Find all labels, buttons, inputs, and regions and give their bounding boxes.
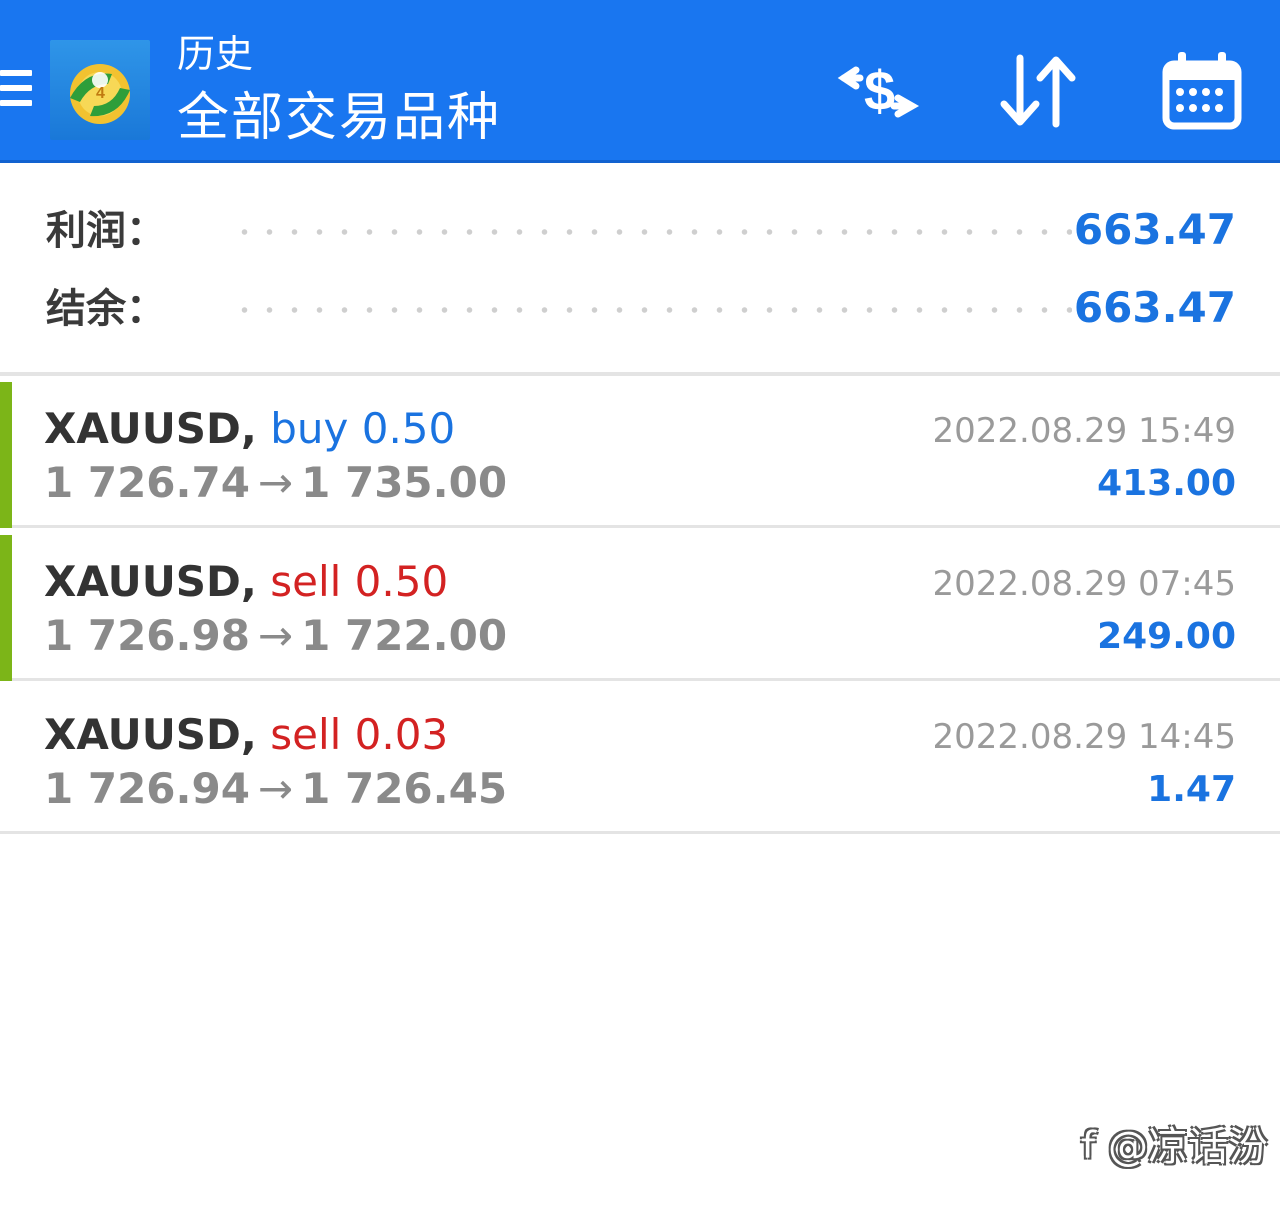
- trade-volume: 0.03: [354, 710, 449, 759]
- trade-marker: [0, 382, 12, 528]
- svg-text:4: 4: [96, 85, 105, 102]
- screen-title: 历史: [177, 32, 254, 76]
- open-price: 1 726.98: [44, 611, 250, 660]
- trade-row[interactable]: XAUUSD, sell 0.03 1 726.94 → 1 726.45 2022…: [0, 684, 1280, 834]
- watermark-text: @凉话汾: [1108, 1124, 1268, 1170]
- dollar-exchange-icon[interactable]: $: [834, 48, 920, 134]
- right-arrow-icon: →: [257, 611, 294, 660]
- trade-symbol: XAUUSD,: [44, 404, 257, 453]
- trade-symbol: XAUUSD,: [44, 557, 257, 606]
- trade-side: buy: [270, 404, 349, 453]
- profit-label: 利润：: [46, 208, 166, 254]
- balance-row: 结余： 663.47: [0, 280, 1280, 340]
- close-price: 1 726.45: [301, 764, 508, 813]
- hamburger-menu-icon[interactable]: [0, 70, 34, 114]
- balance-label: 结余：: [46, 286, 166, 332]
- close-price: 1 735.00: [301, 458, 508, 507]
- trade-volume: 0.50: [354, 557, 449, 606]
- trade-profit: 249.00: [1097, 616, 1236, 657]
- weibo-icon: ꬵ: [1081, 1124, 1096, 1170]
- open-price: 1 726.74: [44, 458, 250, 507]
- open-price: 1 726.94: [44, 764, 250, 813]
- sort-arrows-icon[interactable]: [996, 48, 1082, 134]
- close-price: 1 722.00: [301, 611, 508, 660]
- divider: [0, 372, 1280, 376]
- trade-time: 2022.08.29 07:45: [932, 564, 1236, 604]
- metatrader-logo: 4: [50, 40, 150, 140]
- symbol-filter-title[interactable]: 全部交易品种: [177, 88, 501, 148]
- trade-profit: 1.47: [1147, 769, 1236, 810]
- profit-row: 利润： 663.47: [0, 202, 1280, 262]
- trade-row[interactable]: XAUUSD, sell 0.50 1 726.98 → 1 722.00 2022…: [0, 531, 1280, 681]
- trade-profit: 413.00: [1097, 463, 1236, 504]
- trade-side: sell: [270, 557, 342, 606]
- app-bar: 4 历史 全部交易品种 $: [0, 0, 1280, 163]
- right-arrow-icon: →: [257, 458, 294, 507]
- trade-side: sell: [270, 710, 342, 759]
- balance-value: 663.47: [1073, 283, 1236, 332]
- right-arrow-icon: →: [257, 764, 294, 813]
- watermark: ꬵ @凉话汾: [1082, 1122, 1268, 1172]
- calendar-icon[interactable]: [1160, 48, 1246, 134]
- trade-row[interactable]: XAUUSD, buy 0.50 1 726.74 → 1 735.00 2022.…: [0, 378, 1280, 528]
- profit-value: 663.47: [1073, 205, 1236, 254]
- trade-volume: 0.50: [361, 404, 456, 453]
- trade-time: 2022.08.29 14:45: [932, 717, 1236, 757]
- dotted-leader: [232, 307, 1072, 313]
- trade-marker: [0, 535, 12, 681]
- dotted-leader: [232, 229, 1072, 235]
- svg-text:$: $: [864, 59, 895, 122]
- trade-symbol: XAUUSD,: [44, 710, 257, 759]
- trade-time: 2022.08.29 15:49: [932, 411, 1236, 451]
